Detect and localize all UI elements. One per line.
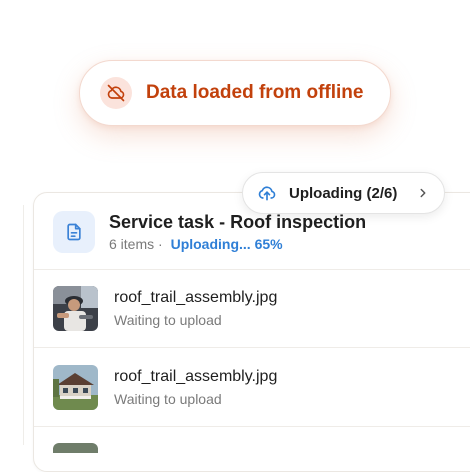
- upload-progress-text: Uploading... 65%: [170, 236, 283, 252]
- upload-status-label: Uploading (2/6): [289, 184, 398, 202]
- task-card: Service task - Roof inspection 6 items ·…: [33, 192, 470, 472]
- offline-message: Data loaded from offline: [146, 82, 364, 103]
- task-title: Service task - Roof inspection: [109, 212, 367, 232]
- file-name: roof_trail_assembly.jpg: [114, 368, 278, 385]
- list-item[interactable]: roof_trail_assembly.jpg Waiting to uploa…: [34, 349, 470, 427]
- cloud-upload-icon: [257, 183, 277, 203]
- house-photo-thumbnail: [53, 365, 98, 410]
- upload-status-button[interactable]: Uploading (2/6): [242, 172, 445, 214]
- background-panel-edge: [23, 205, 24, 445]
- worker-photo-thumbnail: [53, 286, 98, 331]
- task-meta: 6 items · Uploading... 65%: [109, 236, 283, 252]
- items-count: 6 items ·: [109, 236, 163, 252]
- list-item[interactable]: roof_trail_assembly.jpg Waiting to uploa…: [34, 270, 470, 348]
- file-status: Waiting to upload: [114, 391, 222, 407]
- file-status: Waiting to upload: [114, 312, 222, 328]
- cloud-off-icon: [100, 77, 132, 109]
- document-icon: [53, 211, 95, 253]
- next-thumbnail-partial: [53, 443, 98, 453]
- offline-toast: Data loaded from offline: [79, 60, 391, 126]
- file-name: roof_trail_assembly.jpg: [114, 289, 278, 306]
- chevron-right-icon: [416, 186, 430, 205]
